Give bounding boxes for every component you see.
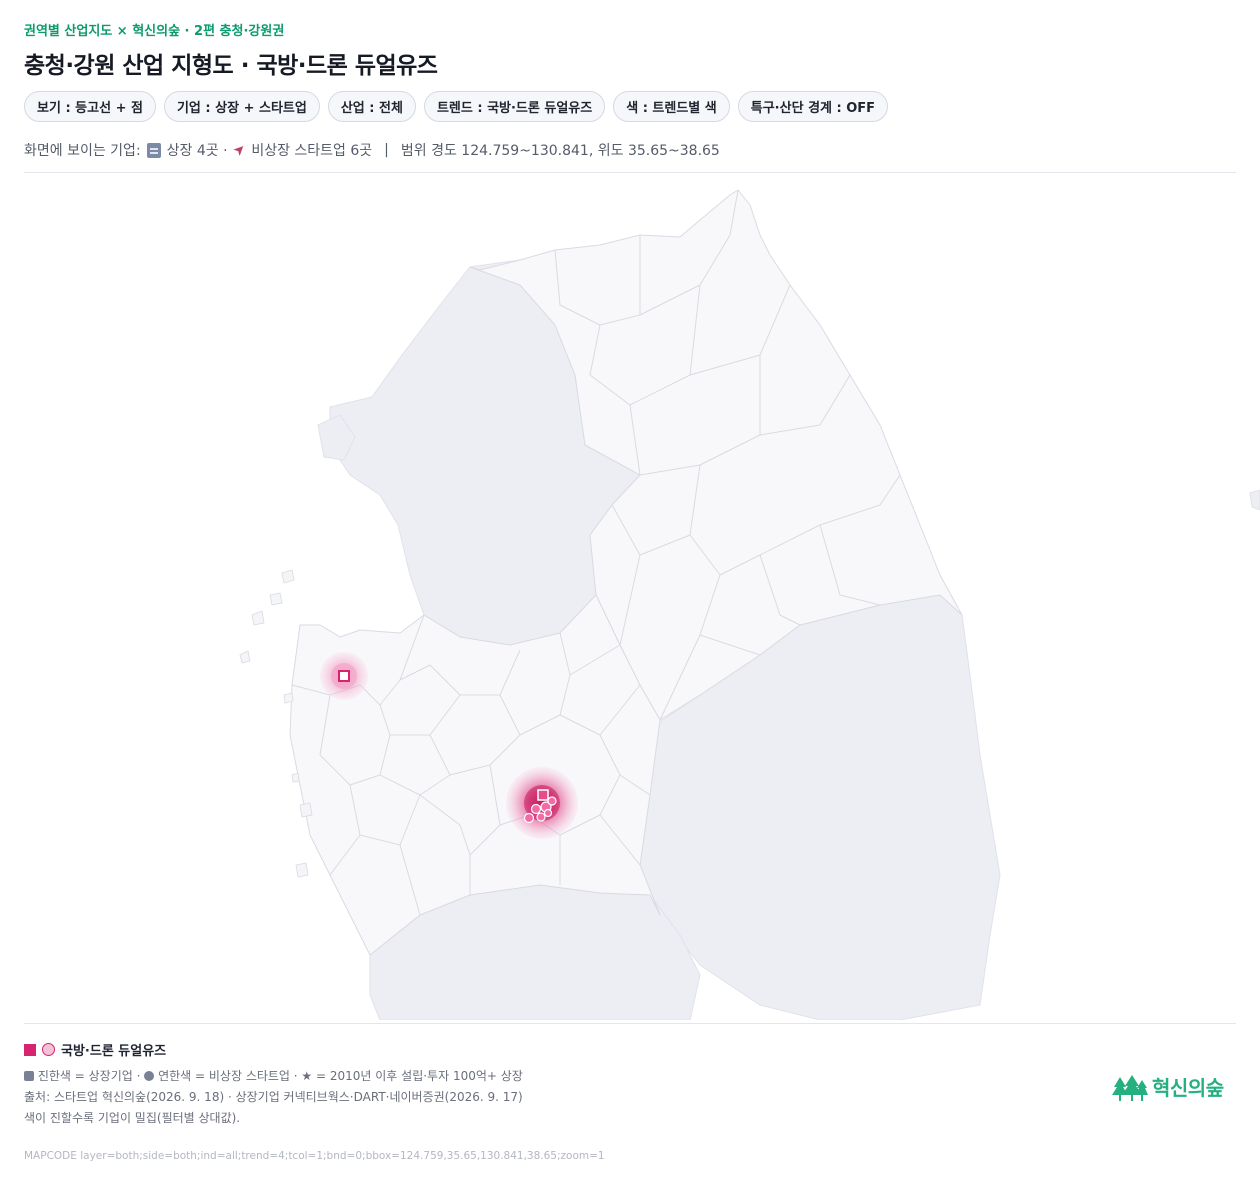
filter-trend-chip[interactable]: 트렌드 : 국방·드론 듀얼유즈 [423, 91, 606, 122]
breadcrumb-eyebrow: 권역별 산업지도 × 혁신의숲 · 2편 충청·강원권 [24, 24, 285, 39]
footer-divider [24, 1023, 1236, 1024]
hotspot-seosan[interactable] [320, 652, 368, 700]
listed-dot-icon [24, 1071, 34, 1081]
summary-line: 화면에 보이는 기업: 상장 4곳 · ➤ 비상장 스타트업 6곳 | 범위 경… [24, 140, 720, 160]
startup-marker [523, 812, 535, 824]
map-svg [239, 189, 1260, 1021]
summary-separator: | [384, 142, 389, 158]
rocket-icon: ➤ [229, 140, 250, 160]
listed-company-marker [338, 670, 350, 682]
building-icon [146, 142, 161, 158]
listed-company-marker [537, 789, 549, 801]
logo-text: 혁신의숲 [1152, 1076, 1224, 1100]
note-listed: 진한색 = 상장기업 · [37, 1069, 141, 1083]
header-divider [24, 172, 1236, 173]
map-canvas[interactable] [0, 175, 1260, 1021]
filter-boundary-chip[interactable]: 특구·산단 경계 : OFF [737, 91, 889, 122]
startup-dot-icon [144, 1071, 155, 1081]
tree-logo-icon [1112, 1075, 1148, 1101]
startup-marker [530, 803, 542, 815]
startup-marker [536, 812, 546, 822]
startup-marker [547, 796, 557, 806]
startup-marker [543, 808, 553, 818]
brand-logo: 혁신의숲 [1112, 1072, 1224, 1101]
footnotes: 진한색 = 상장기업 · 연한색 = 비상장 스타트업 · ★ = 2010년 … [24, 1066, 523, 1129]
coast-island-east [1249, 489, 1260, 511]
note-density: 색이 진할수록 기업이 밀집(필터별 상대값). [24, 1111, 241, 1125]
hotspot-daejeon[interactable] [506, 767, 578, 839]
filter-company-chip[interactable]: 기업 : 상장 + 스타트업 [163, 91, 320, 122]
mapcode-string: MAPCODE layer=both;side=both;ind=all;tre… [24, 1150, 605, 1162]
summary-listed-count: 상장 4곳 · [166, 143, 228, 159]
summary-prefix: 화면에 보이는 기업: [24, 143, 141, 159]
page-title: 충청·강원 산업 지형도 · 국방·드론 듀얼유즈 [24, 53, 438, 79]
legend: 국방·드론 듀얼유즈 [24, 1040, 166, 1059]
note-source: 출처: 스타트업 혁신의숲(2026. 9. 18) · 상장기업 커넥티브웍스… [24, 1090, 523, 1104]
legend-label: 국방·드론 듀얼유즈 [61, 1044, 167, 1059]
filter-bar: 보기 : 등고선 + 점 기업 : 상장 + 스타트업 산업 : 전체 트렌드 … [24, 91, 889, 122]
note-startup: 연한색 = 비상장 스타트업 · ★ = 2010년 이후 설립·투자 100억… [158, 1069, 523, 1083]
filter-industry-chip[interactable]: 산업 : 전체 [327, 91, 416, 122]
summary-range: 범위 경도 124.759~130.841, 위도 35.65~38.65 [400, 143, 720, 159]
filter-color-chip[interactable]: 색 : 트렌드별 색 [613, 91, 730, 122]
filter-view-chip[interactable]: 보기 : 등고선 + 점 [24, 91, 156, 122]
note-line-1: 진한색 = 상장기업 · 연한색 = 비상장 스타트업 · ★ = 2010년 … [24, 1066, 523, 1087]
legend-listed-swatch [24, 1043, 36, 1056]
summary-startup-count: 비상장 스타트업 6곳 [251, 143, 373, 159]
legend-startup-swatch [42, 1043, 55, 1056]
